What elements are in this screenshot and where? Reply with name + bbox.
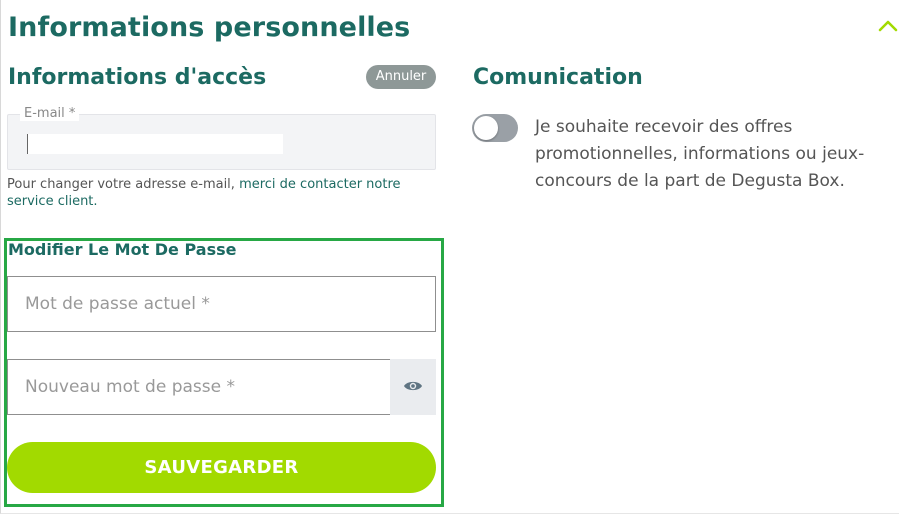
email-value[interactable] [27,134,283,154]
password-section-title: Modifier Le Mot De Passe [8,240,237,259]
access-section-title: Informations d'accès [8,65,267,90]
current-password-input[interactable] [7,276,436,332]
new-password-input[interactable] [7,359,391,415]
email-label: E-mail * [20,106,80,121]
communication-section-title: Comunication [473,65,643,90]
toggle-knob [474,116,498,140]
email-helper-text: Pour changer votre adresse e-mail, merci… [7,176,447,210]
eye-icon [403,379,423,396]
newsletter-toggle[interactable] [472,114,518,142]
save-button[interactable]: SAUVEGARDER [7,442,436,493]
consent-text: Je souhaite recevoir des offres promotio… [535,117,865,191]
cancel-button[interactable]: Annuler [366,65,436,89]
helper-text: Pour changer votre adresse e-mail, [7,177,240,192]
chevron-up-icon[interactable] [877,18,899,34]
show-password-button[interactable] [390,359,436,415]
page-title: Informations personnelles [8,12,411,43]
